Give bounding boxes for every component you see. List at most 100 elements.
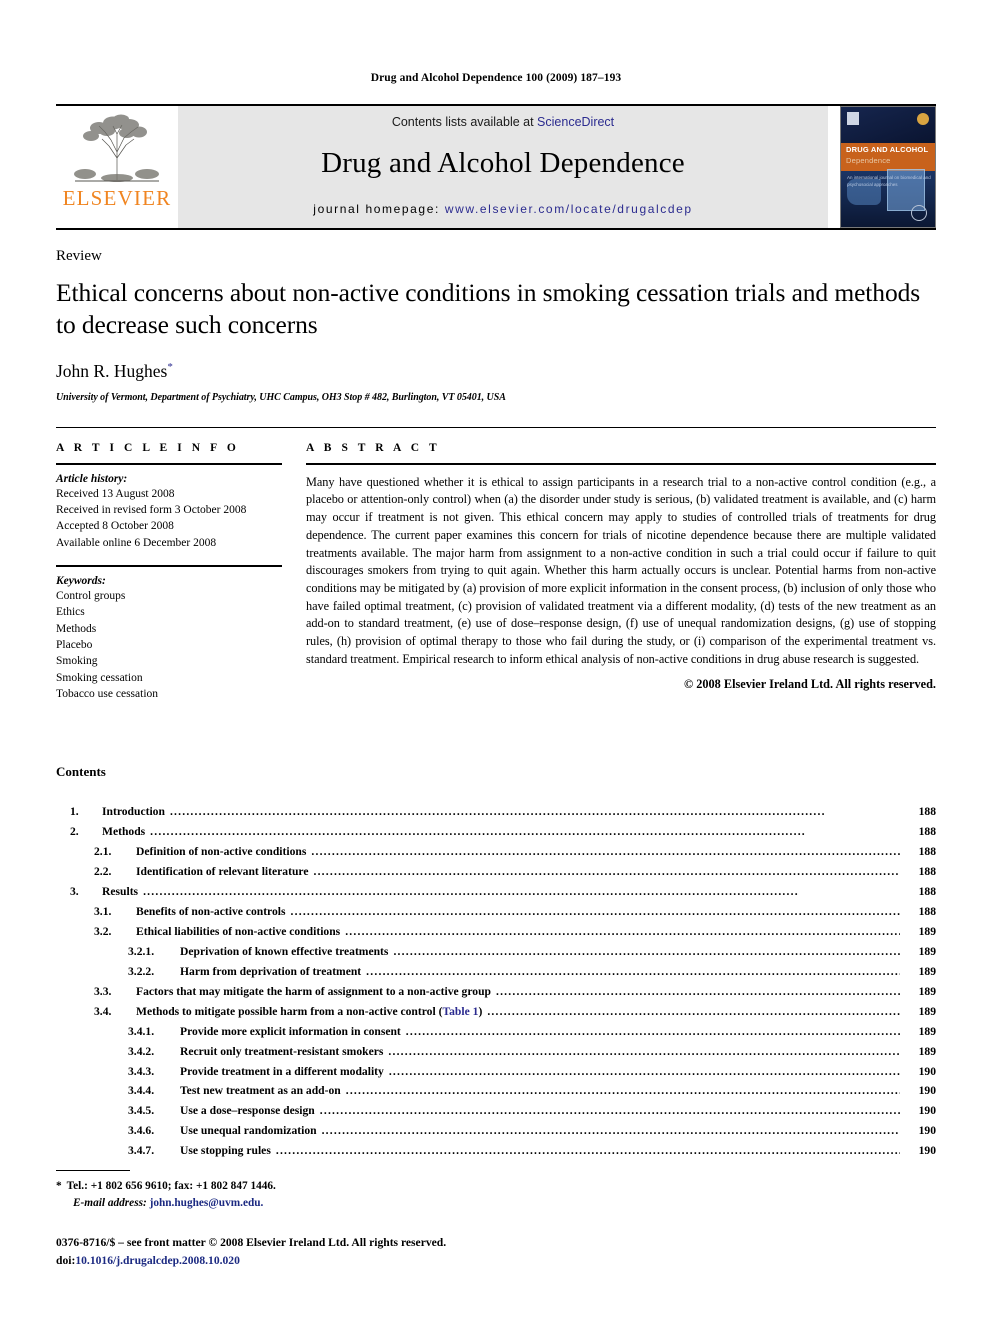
toc-entry-page: 189 xyxy=(918,964,936,978)
toc-dot-leader: ........................................… xyxy=(143,885,799,899)
toc-entry-label: Ethical liabilities of non-active condit… xyxy=(136,924,341,938)
contents-available-prefix: Contents lists available at xyxy=(391,115,538,129)
toc-entry-number: 3.4.1. xyxy=(128,1024,155,1038)
toc-entry-page: 188 xyxy=(918,885,936,899)
toc-entry[interactable]: 3.4.6. Use unequal randomization.........… xyxy=(56,1121,936,1141)
masthead-center: Contents lists available at ScienceDirec… xyxy=(178,106,828,228)
toc-entry-page: 188 xyxy=(918,865,936,879)
journal-article-page: Drug and Alcohol Dependence 100 (2009) 1… xyxy=(0,0,992,1323)
toc-entry[interactable]: 2.2. Identification of relevant literatur… xyxy=(56,862,936,882)
toc-entry-page: 189 xyxy=(918,1044,936,1058)
toc-entry-page: 190 xyxy=(918,1064,936,1078)
toc-entry-label: Benefits of non-active controls xyxy=(136,905,286,919)
email-note: E-mail address: john.hughes@uvm.edu. xyxy=(56,1195,936,1212)
toc-entry-page: 189 xyxy=(918,924,936,938)
homepage-url-link[interactable]: www.elsevier.com/locate/drugalcdep xyxy=(445,202,693,216)
toc-entry[interactable]: 3.2. Ethical liabilities of non-active co… xyxy=(56,922,936,942)
toc-entry[interactable]: 3.2.2. Harm from deprivation of treatment… xyxy=(56,962,936,982)
toc-entry-label: Test new treatment as an add-on xyxy=(180,1084,341,1098)
toc-dot-leader: ........................................… xyxy=(150,825,806,839)
journal-cover-thumbnail[interactable]: DRUG AND ALCOHOL Dependence An internati… xyxy=(840,106,936,228)
toc-entry-number: 3.4.7. xyxy=(128,1144,155,1158)
toc-dot-leader: ........................................… xyxy=(169,805,826,819)
cover-badge-icon xyxy=(917,113,929,125)
email-link[interactable]: john.hughes@uvm.edu. xyxy=(150,1197,264,1209)
cover-seal-icon xyxy=(911,205,927,221)
toc-entry-label-tail: ) xyxy=(478,1004,483,1018)
toc-dot-leader: ........................................… xyxy=(345,924,900,938)
toc-entry[interactable]: 3.4.4. Test new treatment as an add-on...… xyxy=(56,1081,936,1101)
toc-entry-number: 2.1. xyxy=(94,845,112,859)
toc-entry-number: 3. xyxy=(70,885,79,899)
toc-entry-number: 3.2. xyxy=(94,924,112,938)
toc-entry-page: 188 xyxy=(918,825,936,839)
author-affiliation: University of Vermont, Department of Psy… xyxy=(56,391,506,403)
elsevier-logo: ELSEVIER xyxy=(56,106,178,228)
toc-entry-number: 3.4.5. xyxy=(128,1104,155,1118)
contact-text: Tel.: +1 802 656 9610; fax: +1 802 847 1… xyxy=(66,1180,276,1193)
toc-entry[interactable]: 3.2.1. Deprivation of known effective tre… xyxy=(56,942,936,962)
doi-line: doi:10.1016/j.drugalcdep.2008.10.020 xyxy=(56,1252,936,1269)
toc-table-link[interactable]: Table 1 xyxy=(442,1005,478,1018)
toc-entry-number: 3.4.3. xyxy=(128,1064,155,1078)
keyword-item: Smoking xyxy=(56,655,98,668)
toc-entry-page: 189 xyxy=(918,984,936,998)
elsevier-wordmark: ELSEVIER xyxy=(62,186,172,210)
running-head: Drug and Alcohol Dependence 100 (2009) 1… xyxy=(370,72,622,84)
toc-entry-label: Methods to mitigate possible harm from a… xyxy=(136,1004,483,1018)
toc-entry[interactable]: 3.4. Methods to mitigate possible harm fr… xyxy=(56,1002,936,1022)
footnote-rule xyxy=(56,1170,130,1172)
toc-entry-label: Results xyxy=(102,885,139,899)
abstract-column: A B S T R A C T Many have questioned whe… xyxy=(306,428,936,703)
toc-entry-page: 189 xyxy=(918,1004,936,1018)
journal-homepage-line: journal homepage: www.elsevier.com/locat… xyxy=(313,202,692,216)
toc-entry[interactable]: 3. Results...............................… xyxy=(56,882,936,902)
toc-dot-leader: ........................................… xyxy=(311,845,900,859)
toc-dot-leader: ........................................… xyxy=(313,865,900,879)
keyword-item: Methods xyxy=(56,622,97,635)
toc-entry[interactable]: 3.4.7. Use stopping rules................… xyxy=(56,1141,936,1161)
cover-title-line1: DRUG AND ALCOHOL xyxy=(846,144,929,154)
toc-entry[interactable]: 1. Introduction..........................… xyxy=(56,802,936,822)
toc-entry-page: 189 xyxy=(918,944,936,958)
journal-masthead: ELSEVIER Contents lists available at Sci… xyxy=(56,104,936,228)
toc-dot-leader: ........................................… xyxy=(388,1044,900,1058)
toc-entry-page: 190 xyxy=(918,1104,936,1118)
toc-entry-number: 3.4.4. xyxy=(128,1084,155,1098)
toc-entry-label: Factors that may mitigate the harm of as… xyxy=(136,984,491,998)
keyword-item: Placebo xyxy=(56,639,93,652)
article-info-rule xyxy=(56,462,282,465)
toc-entry[interactable]: 3.4.1. Provide more explicit information … xyxy=(56,1022,936,1042)
article-history-item: Accepted 8 October 2008 xyxy=(56,520,174,533)
toc-entry-label: Definition of non-active conditions xyxy=(136,845,307,859)
cover-publisher-icon xyxy=(847,112,859,125)
sciencedirect-link[interactable]: ScienceDirect xyxy=(537,115,614,129)
keyword-item: Ethics xyxy=(56,606,85,619)
issn-doi-block: 0376-8716/$ – see front matter © 2008 El… xyxy=(56,1234,936,1269)
info-abstract-section: A R T I C L E I N F O Article history: R… xyxy=(56,426,936,703)
toc-entry[interactable]: 3.4.5. Use a dose–response design........… xyxy=(56,1101,936,1121)
toc-entry-page: 188 xyxy=(918,805,936,819)
toc-entry-number: 1. xyxy=(70,805,79,819)
toc-entry-page: 188 xyxy=(918,845,936,859)
toc-entry[interactable]: 2. Methods...............................… xyxy=(56,822,936,842)
toc-entry-page: 190 xyxy=(918,1084,936,1098)
toc-entry-label: Deprivation of known effective treatment… xyxy=(180,944,389,958)
toc-dot-leader: ........................................… xyxy=(487,1004,900,1018)
toc-entry[interactable]: 2.1. Definition of non-active conditions.… xyxy=(56,842,936,862)
corresponding-author-marker[interactable]: * xyxy=(167,361,173,373)
article-history-item: Received in revised form 3 October 2008 xyxy=(56,504,247,517)
toc-entry-number: 2. xyxy=(70,825,79,839)
contents-heading: Contents xyxy=(56,764,106,780)
toc-entry[interactable]: 3.1. Benefits of non-active controls.....… xyxy=(56,902,936,922)
article-history-item: Received 13 August 2008 xyxy=(56,487,175,500)
toc-entry-number: 3.4.2. xyxy=(128,1044,155,1058)
toc-entry[interactable]: 3.4.2. Recruit only treatment-resistant s… xyxy=(56,1042,936,1062)
toc-dot-leader: ........................................… xyxy=(319,1104,900,1118)
toc-entry-number: 3.4.6. xyxy=(128,1124,155,1138)
toc-dot-leader: ........................................… xyxy=(275,1144,900,1158)
doi-link[interactable]: 10.1016/j.drugalcdep.2008.10.020 xyxy=(75,1254,240,1267)
keyword-item: Smoking cessation xyxy=(56,671,143,684)
toc-entry[interactable]: 3.4.3. Provide treatment in a different m… xyxy=(56,1062,936,1082)
toc-entry[interactable]: 3.3. Factors that may mitigate the harm o… xyxy=(56,982,936,1002)
